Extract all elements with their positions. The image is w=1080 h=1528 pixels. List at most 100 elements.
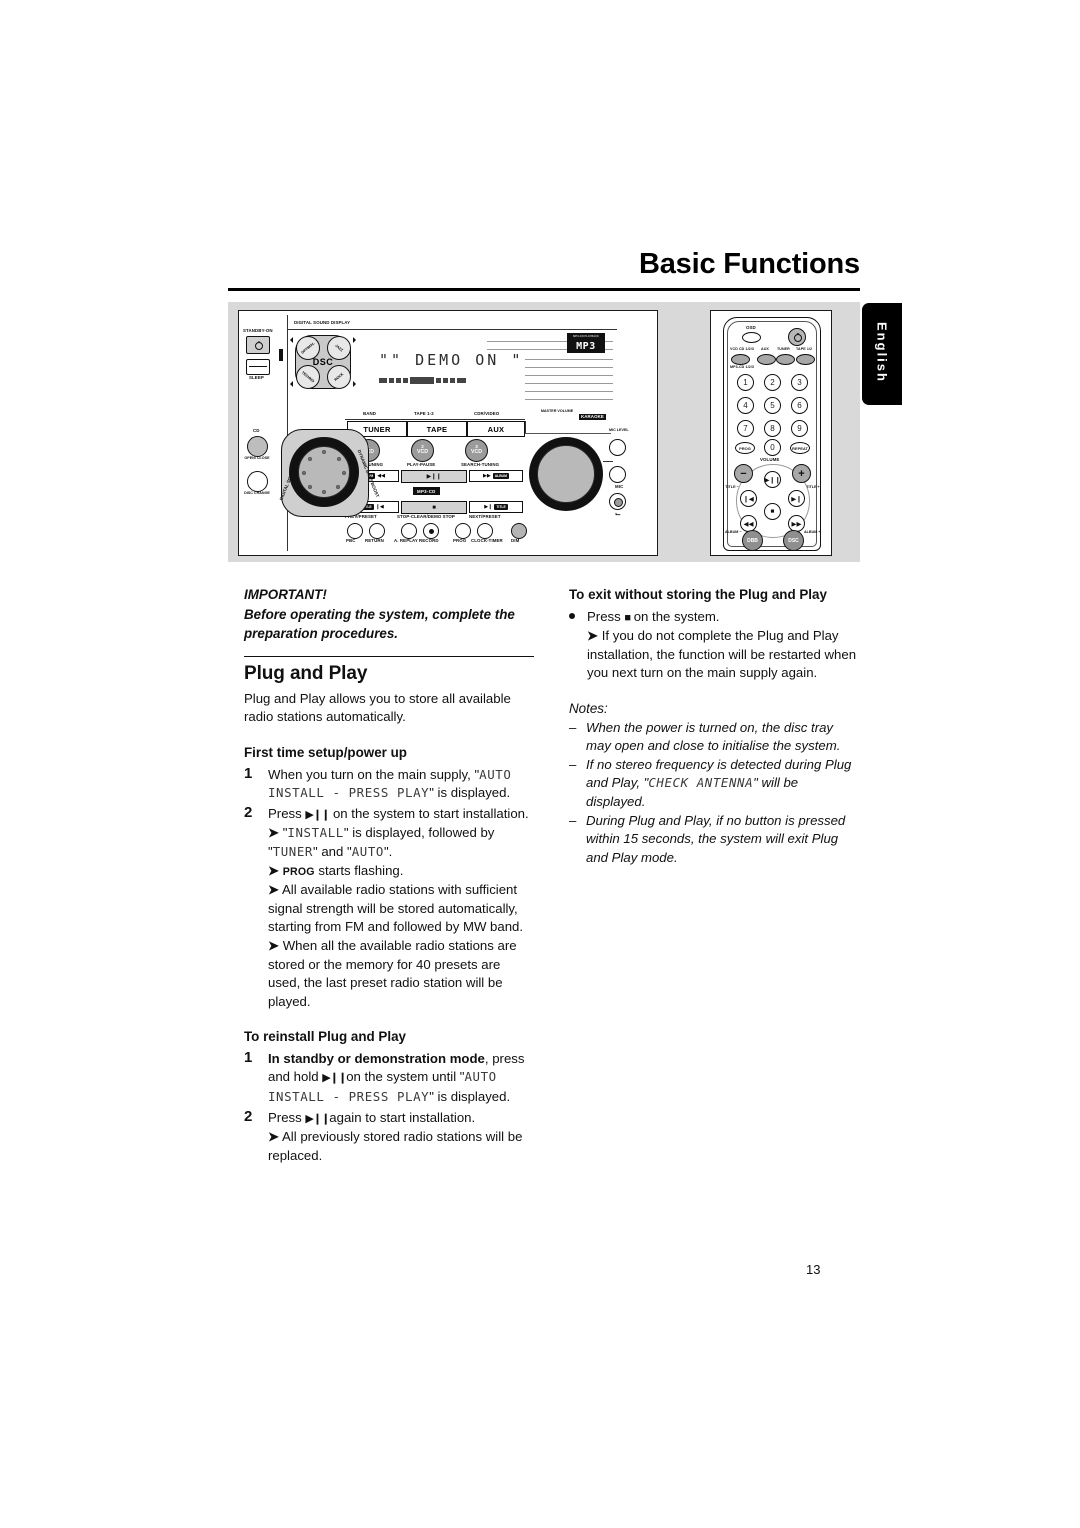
mp3-logo-text: MP3 <box>576 340 596 352</box>
right-text-column: To exit without storing the Plug and Pla… <box>569 586 861 867</box>
dim-button[interactable] <box>511 523 527 539</box>
dsc-rock-label: ROCK <box>333 372 345 382</box>
plug-and-play-heading: Plug and Play <box>244 663 368 685</box>
stop-clear-demo-stop-button[interactable]: ■ <box>401 501 467 514</box>
exit-bullet: Press ■ on the system. ➤ If you do not c… <box>569 608 861 683</box>
note-item: – If no stereo frequency is detected dur… <box>569 756 861 812</box>
dsc-mode-techno[interactable]: TECHNO <box>296 365 320 389</box>
mic-jack[interactable] <box>609 466 626 483</box>
vcd-knob-2[interactable]: 2 VCD <box>411 439 434 462</box>
remote-next-button[interactable]: ▶❙ <box>788 490 805 507</box>
vcd-knob-3-label: VCD <box>471 448 482 455</box>
remote-source-vcd-cd-button[interactable] <box>731 354 750 365</box>
digital-sound-display-label: DIGITAL SOUND DISPLAY <box>294 320 351 325</box>
play-pause-button[interactable]: ▶❙❙ <box>401 470 467 483</box>
pbc-caption: PBC <box>346 538 356 543</box>
master-volume-face <box>537 445 595 503</box>
record-button[interactable] <box>423 523 439 539</box>
source-button-tape[interactable]: TAPE <box>407 421 467 437</box>
return-caption: RETURN <box>365 538 384 543</box>
step2-text-b: on the system to start installation. <box>332 805 529 821</box>
remote-prev-button[interactable]: ❙◀ <box>740 490 757 507</box>
remote-number-9[interactable]: 9 <box>791 420 808 437</box>
vcd-knob-3[interactable]: 3 VCD <box>465 439 488 462</box>
disc-change-label: DISC CHANGE <box>244 491 270 495</box>
remote-volume-down-button[interactable]: − <box>734 464 753 483</box>
arrow-icon: ➤ <box>268 825 280 841</box>
standby-on-button[interactable] <box>246 336 270 354</box>
remote-number-5[interactable]: 5 <box>764 397 781 414</box>
section-divider <box>244 655 534 658</box>
page-number: 13 <box>806 1262 821 1277</box>
step-number: 1 <box>244 1048 253 1066</box>
arrow-icon: ➤ <box>587 628 599 644</box>
dsc-rosette[interactable]: OPTIMAL JAZZ ROCK TECHNO DSC <box>290 331 356 393</box>
remote-source-aux-button[interactable] <box>757 354 776 365</box>
clock-timer-button[interactable] <box>477 523 493 539</box>
dsc-optimal-label: OPTIMAL <box>300 341 316 355</box>
a-replay-button[interactable] <box>401 523 417 539</box>
remote-play-pause-button[interactable]: ▶❙❙ <box>764 471 781 488</box>
return-button[interactable] <box>369 523 385 539</box>
remote-number-7[interactable]: 7 <box>737 420 754 437</box>
step1-text-a: When you turn on the main supply, " <box>268 766 480 782</box>
language-tab: English <box>862 303 902 405</box>
headphone-jack[interactable] <box>609 493 626 510</box>
prog-button[interactable] <box>455 523 471 539</box>
left-dial-face <box>298 446 350 498</box>
lcd-indicator-row <box>379 377 466 384</box>
remote-number-4[interactable]: 4 <box>737 397 754 414</box>
result1-lcd-auto: AUTO <box>351 843 384 859</box>
dsc-mode-rock[interactable]: ROCK <box>327 365 351 389</box>
dsc-jazz-label: JAZZ <box>334 343 344 353</box>
disc-change-button[interactable] <box>247 471 268 492</box>
remote-dbb-button[interactable]: DBB <box>742 530 763 551</box>
remote-stop-button[interactable]: ■ <box>764 503 781 520</box>
arrow-icon: ➤ <box>268 1129 280 1145</box>
dash-icon: – <box>569 812 577 828</box>
remote-dsc-button[interactable]: DSC <box>783 530 804 551</box>
search-tuning-right-button[interactable]: ▶▶ ALBUM <box>469 470 523 482</box>
remote-number-0[interactable]: 0 <box>764 439 781 456</box>
osd-button[interactable] <box>742 332 761 343</box>
remote-number-6[interactable]: 6 <box>791 397 808 414</box>
sleep-button[interactable] <box>246 359 270 375</box>
note-2-lcd: CHECK ANTENNA <box>648 775 754 791</box>
important-body: Before operating the system, complete th… <box>244 606 515 641</box>
step1-text-b: " is displayed. <box>429 785 511 801</box>
remote-source-tape-button[interactable] <box>796 354 815 365</box>
mic-level-label: MIC LEVEL <box>609 428 629 432</box>
result3-text: All available radio stations with suffic… <box>268 882 524 935</box>
mic-level-knob[interactable] <box>609 439 626 456</box>
left-text-column: IMPORTANT! Before operating the system, … <box>244 586 534 1165</box>
standby-on-label: STANDBY-ON <box>243 328 273 333</box>
mp3-logo-caption: MP3-CD PLAYBACK <box>573 335 599 338</box>
open-close-button[interactable] <box>247 436 268 457</box>
remote-prog-button[interactable]: PROG <box>735 442 755 454</box>
remote-repeat-button[interactable]: REPEAT <box>790 442 810 454</box>
remote-title-minus-label: TITLE − <box>725 485 739 489</box>
remote-number-1[interactable]: 1 <box>737 374 754 391</box>
remote-number-3[interactable]: 3 <box>791 374 808 391</box>
next-preset-button[interactable]: ▶❙ TITLE <box>469 501 523 513</box>
note-item: – When the power is turned on, the disc … <box>569 719 861 756</box>
remote-source-tuner-button[interactable] <box>776 354 795 365</box>
reinstall-step2-b: again to start installation. <box>329 1109 476 1125</box>
remote-number-2[interactable]: 2 <box>764 374 781 391</box>
next-preset-caption: NEXT/PRESET <box>469 514 501 519</box>
vcd-cd-source-label: VCD CD 1/2/3 <box>730 347 754 351</box>
dsc-center-label: DSC <box>312 357 334 367</box>
play-pause-icon: ▶❙❙ <box>322 1072 347 1085</box>
record-caption: RECORD <box>419 538 439 543</box>
remote-number-8[interactable]: 8 <box>764 420 781 437</box>
dash-icon: – <box>569 719 577 735</box>
pbc-button[interactable] <box>347 523 363 539</box>
step-number: 1 <box>244 764 253 782</box>
remote-power-button[interactable] <box>788 328 806 346</box>
page-title: Basic Functions <box>639 248 860 280</box>
source-button-aux[interactable]: AUX <box>467 421 525 437</box>
master-volume-dial[interactable] <box>529 437 603 511</box>
result1-lcd-install: INSTALL <box>287 825 344 841</box>
remote-title-plus-label: TITLE + <box>806 485 820 489</box>
remote-volume-up-button[interactable]: + <box>792 464 811 483</box>
